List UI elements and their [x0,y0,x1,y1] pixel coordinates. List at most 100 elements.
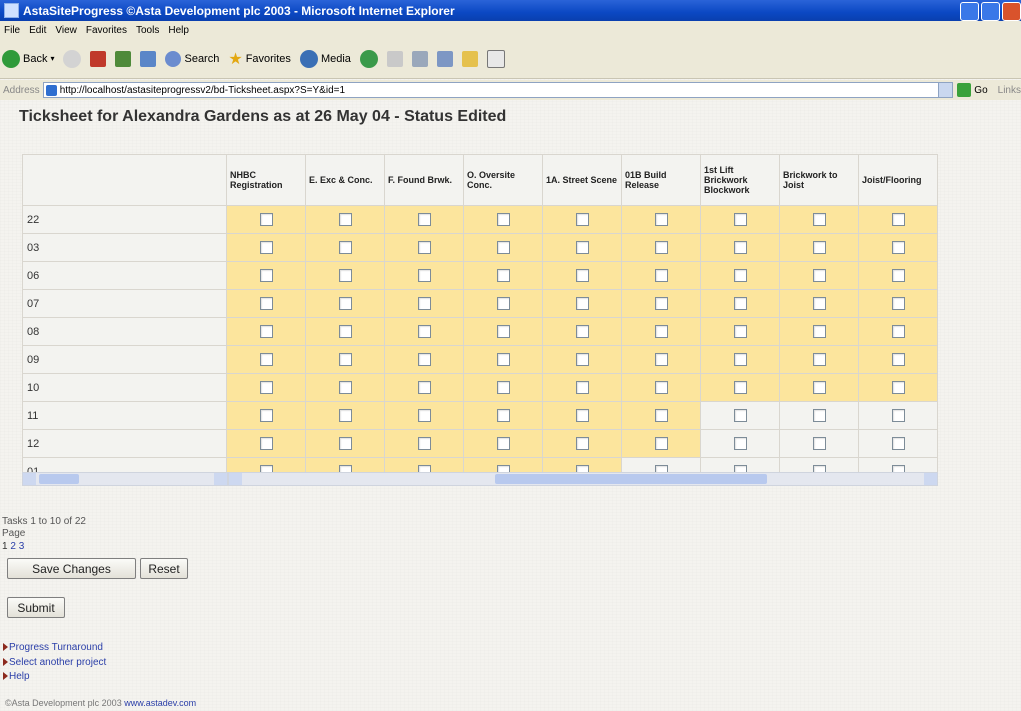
task-checkbox[interactable] [259,297,273,310]
menu-file[interactable]: File [4,25,20,36]
submit-button[interactable]: Submit [7,597,65,618]
task-checkbox[interactable] [338,297,352,310]
link-progress-turnaround[interactable]: Progress Turnaround [3,642,103,653]
menu-view[interactable]: View [55,25,77,36]
task-checkbox[interactable] [733,381,747,394]
forward-button[interactable] [63,49,82,68]
task-checkbox[interactable] [733,437,747,450]
task-checkbox[interactable] [654,409,668,422]
task-checkbox[interactable] [496,325,510,338]
back-button[interactable]: Back ▾ [2,49,54,68]
task-checkbox[interactable] [259,269,273,282]
folder-icon[interactable] [461,50,478,67]
messenger-icon[interactable] [486,49,505,68]
grid-horizontal-scrollbar[interactable] [228,472,938,486]
scroll-thumb[interactable] [495,474,767,484]
address-dropdown-icon[interactable] [938,83,953,97]
task-checkbox[interactable] [259,381,273,394]
task-checkbox[interactable] [575,381,589,394]
task-checkbox[interactable] [496,269,510,282]
mail-icon[interactable] [386,50,403,67]
task-checkbox[interactable] [812,213,826,226]
close-button[interactable] [1002,2,1021,21]
task-checkbox[interactable] [891,437,905,450]
task-checkbox[interactable] [891,241,905,254]
scroll-right-icon[interactable] [924,473,937,485]
task-checkbox[interactable] [417,353,431,366]
scroll-thumb[interactable] [39,474,79,484]
task-checkbox[interactable] [812,241,826,254]
task-checkbox[interactable] [417,437,431,450]
left-horizontal-scrollbar[interactable] [22,472,228,486]
task-checkbox[interactable] [259,241,273,254]
task-checkbox[interactable] [654,325,668,338]
task-checkbox[interactable] [575,241,589,254]
address-input[interactable]: http://localhost/astasiteprogressv2/bd-T… [42,82,954,98]
task-checkbox[interactable] [812,269,826,282]
task-checkbox[interactable] [891,269,905,282]
task-checkbox[interactable] [496,409,510,422]
menu-help[interactable]: Help [168,25,189,36]
task-checkbox[interactable] [575,297,589,310]
task-checkbox[interactable] [417,381,431,394]
task-checkbox[interactable] [812,353,826,366]
link-help[interactable]: Help [3,671,30,682]
menu-tools[interactable]: Tools [136,25,159,36]
links-label[interactable]: Links [998,85,1021,96]
task-checkbox[interactable] [654,241,668,254]
task-checkbox[interactable] [654,297,668,310]
page-link-2[interactable]: 2 [10,541,16,552]
task-checkbox[interactable] [891,297,905,310]
task-checkbox[interactable] [733,269,747,282]
task-checkbox[interactable] [812,381,826,394]
task-checkbox[interactable] [654,381,668,394]
task-checkbox[interactable] [733,241,747,254]
task-checkbox[interactable] [417,409,431,422]
print-icon[interactable] [411,50,428,67]
menu-edit[interactable]: Edit [29,25,46,36]
task-checkbox[interactable] [733,353,747,366]
link-select-another-project[interactable]: Select another project [3,657,106,668]
task-checkbox[interactable] [259,437,273,450]
footer-link[interactable]: www.astadev.com [124,698,196,708]
task-checkbox[interactable] [575,269,589,282]
home-icon[interactable] [140,50,157,67]
task-checkbox[interactable] [496,241,510,254]
task-checkbox[interactable] [733,213,747,226]
task-checkbox[interactable] [575,437,589,450]
task-checkbox[interactable] [417,297,431,310]
task-checkbox[interactable] [259,353,273,366]
task-checkbox[interactable] [575,353,589,366]
task-checkbox[interactable] [496,213,510,226]
task-checkbox[interactable] [891,353,905,366]
task-checkbox[interactable] [259,409,273,422]
task-checkbox[interactable] [338,353,352,366]
task-checkbox[interactable] [654,213,668,226]
task-checkbox[interactable] [417,213,431,226]
task-checkbox[interactable] [654,353,668,366]
scroll-left-icon[interactable] [23,473,36,485]
edit-icon[interactable] [436,50,453,67]
scroll-right-icon[interactable] [214,473,227,485]
task-checkbox[interactable] [496,381,510,394]
task-checkbox[interactable] [338,213,352,226]
stop-icon[interactable] [90,50,107,67]
task-checkbox[interactable] [654,437,668,450]
task-checkbox[interactable] [338,325,352,338]
task-checkbox[interactable] [575,409,589,422]
media-button[interactable]: Media [299,49,351,68]
task-checkbox[interactable] [496,353,510,366]
task-checkbox[interactable] [733,409,747,422]
task-checkbox[interactable] [812,325,826,338]
task-checkbox[interactable] [338,381,352,394]
task-checkbox[interactable] [259,213,273,226]
maximize-button[interactable] [981,2,1000,21]
task-checkbox[interactable] [496,297,510,310]
search-button[interactable]: Search [165,50,219,67]
task-checkbox[interactable] [891,213,905,226]
task-checkbox[interactable] [891,325,905,338]
task-checkbox[interactable] [575,325,589,338]
task-checkbox[interactable] [891,381,905,394]
menu-favorites[interactable]: Favorites [86,25,127,36]
task-checkbox[interactable] [417,241,431,254]
